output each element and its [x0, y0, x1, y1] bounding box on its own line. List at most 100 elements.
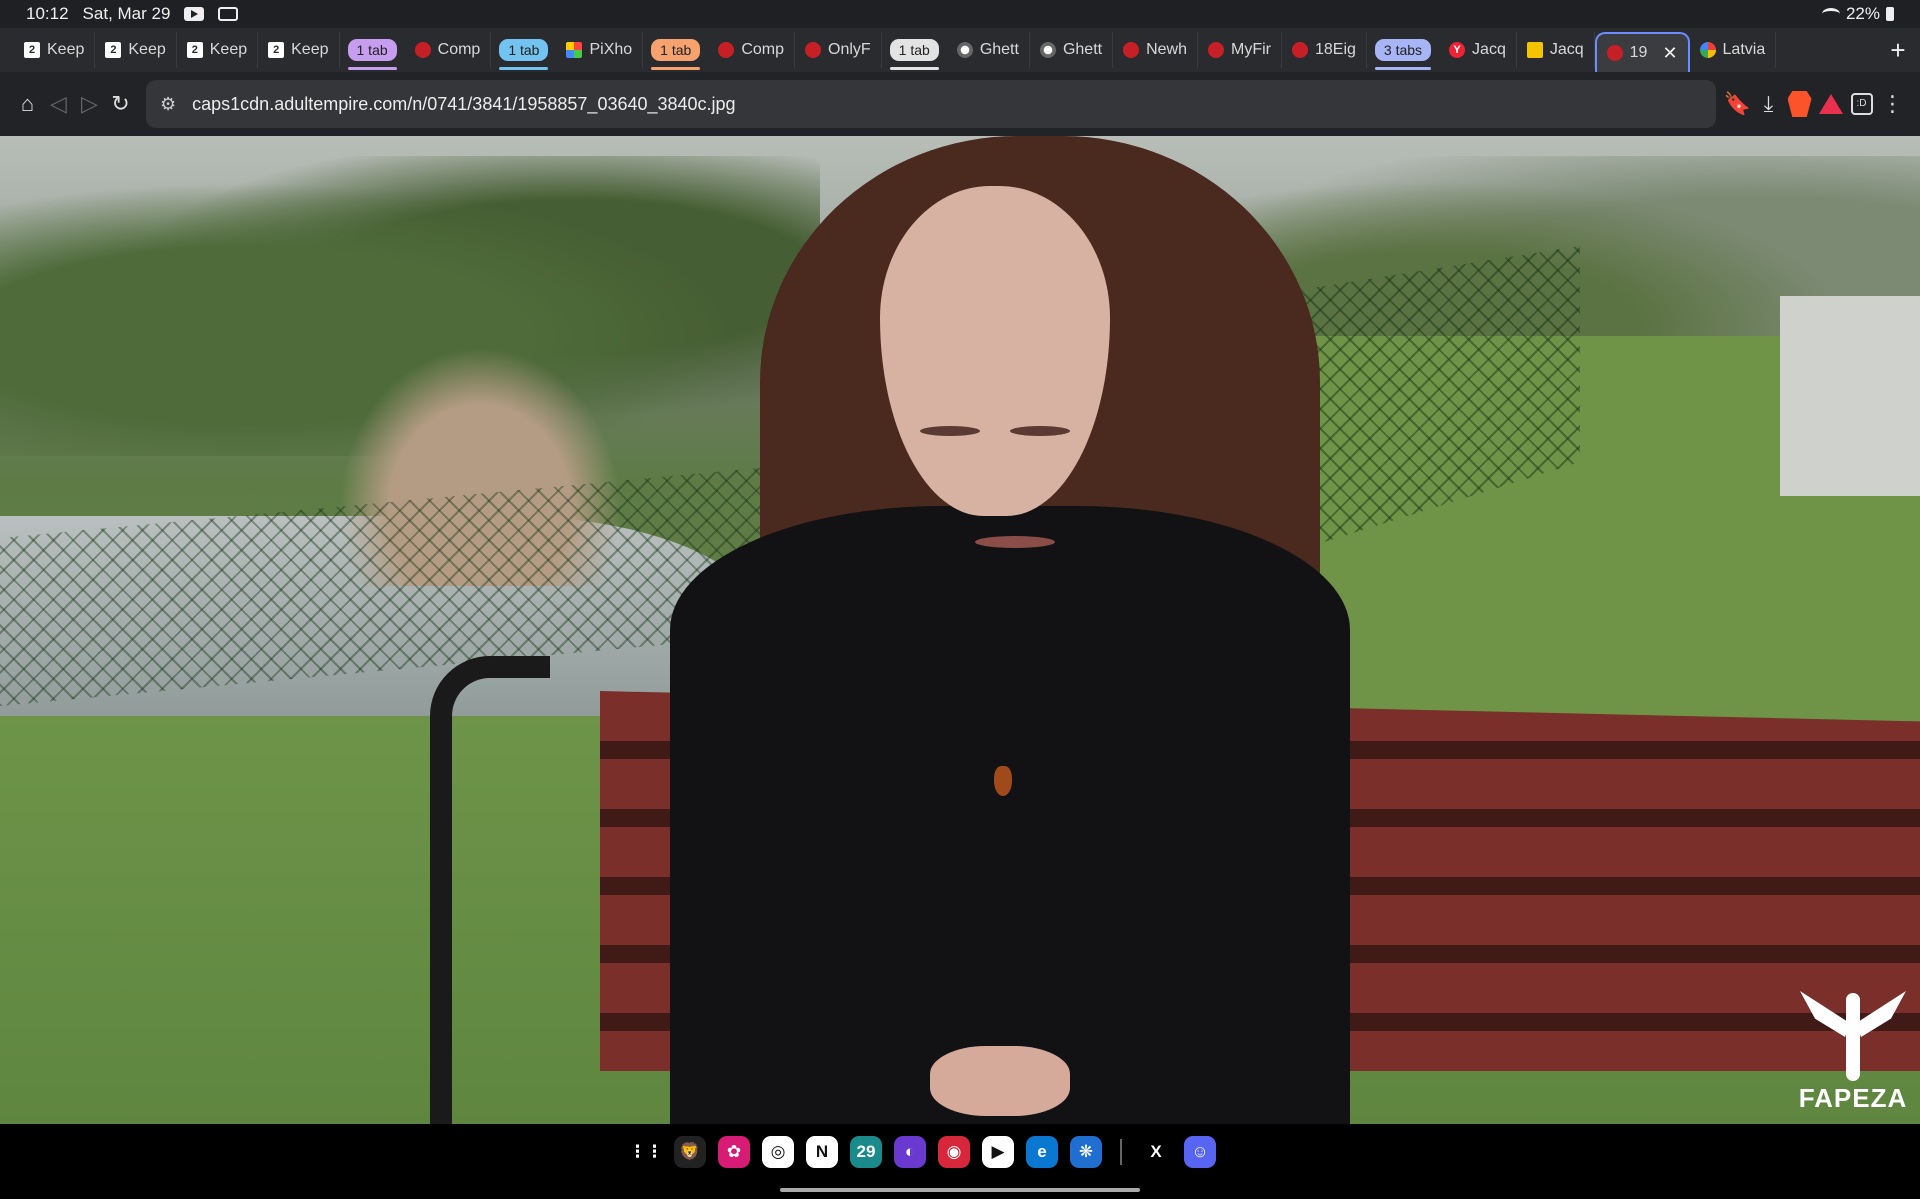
tab-group-chip[interactable]: 1 tab	[651, 39, 701, 70]
tab-group-chip[interactable]: 1 tab	[347, 39, 397, 70]
chatgpt-icon[interactable]: ◎	[762, 1136, 794, 1168]
address-bar[interactable]: ⚙ caps1cdn.adultempire.com/n/0741/3841/1…	[146, 80, 1716, 128]
forward-button[interactable]: ▷	[74, 82, 105, 126]
tab[interactable]: Ghett	[1030, 32, 1114, 68]
tab-title: 18Eig	[1314, 41, 1356, 58]
menu-button[interactable]: ⋮	[1877, 82, 1908, 126]
y-icon: Y	[1449, 42, 1466, 58]
date: Sat, Mar 29	[82, 4, 171, 23]
tab-title: Latvia	[1722, 41, 1766, 58]
brave-browser-icon[interactable]: 🦁	[674, 1136, 706, 1168]
watermark: FAPEZA	[1798, 983, 1908, 1114]
red-record-icon	[1208, 42, 1224, 58]
bookmark-icon: 🔖	[1723, 91, 1752, 116]
image-viewport: FAPEZA	[0, 136, 1920, 1124]
new-tab-button[interactable]: +	[1876, 35, 1920, 66]
tab-active[interactable]: 19 ✕	[1594, 32, 1690, 72]
wifi-icon	[1821, 8, 1840, 20]
desktop-site-icon: :D	[1850, 93, 1873, 115]
dock-divider	[1120, 1139, 1122, 1165]
tab-title: PiXho	[589, 41, 633, 58]
camera-app-icon[interactable]: ◉	[938, 1136, 970, 1168]
site-settings-icon[interactable]: ⚙	[160, 94, 176, 115]
tab[interactable]: Comp	[405, 32, 492, 68]
tab[interactable]: 2 Keep	[177, 32, 259, 68]
tab-group-chip[interactable]: 1 tab	[499, 39, 549, 70]
notion-icon[interactable]: N	[806, 1136, 838, 1168]
tab[interactable]: Ghett	[947, 32, 1030, 68]
tab-title: Ghett	[979, 41, 1019, 58]
discord-icon[interactable]: ☺	[1184, 1136, 1216, 1168]
keep-icon: 2	[105, 42, 122, 58]
gesture-home-indicator[interactable]	[780, 1188, 1140, 1192]
desktop-mode-button[interactable]: :D	[1846, 82, 1877, 126]
angel-logo-icon	[1798, 983, 1908, 1083]
url-text[interactable]: caps1cdn.adultempire.com/n/0741/3841/195…	[192, 94, 1702, 115]
tab-title: Keep	[47, 41, 85, 58]
taskbar: ⋮⋮ 🦁 ✿ ◎ N 29 ◐ ◉ ▶ e ❋ X ☺	[0, 1124, 1920, 1199]
edge-icon[interactable]: e	[1026, 1136, 1058, 1168]
battery-percent: 22%	[1845, 4, 1880, 23]
youtube-notification-icon	[184, 7, 205, 21]
play-store-icon[interactable]: ▶	[982, 1136, 1014, 1168]
tab[interactable]: 2 Keep	[95, 32, 177, 68]
clock: 10:12	[26, 4, 69, 23]
tab[interactable]: 2 Keep	[14, 32, 96, 68]
home-icon: ⌂	[20, 91, 35, 116]
tab-title: Keep	[291, 41, 329, 58]
more-vert-icon: ⋮	[1881, 91, 1904, 116]
brave-shields-button[interactable]	[1784, 82, 1815, 126]
tab[interactable]: Y Jacq	[1439, 32, 1517, 68]
red-record-icon	[805, 42, 821, 58]
tab-strip: 2 Keep 2 Keep 2 Keep 2 Keep 1 tab Comp 1 tab PiXho 1…	[0, 28, 1920, 72]
tab-title: Comp	[437, 41, 481, 58]
red-record-icon	[718, 42, 735, 58]
x-twitter-icon[interactable]: X	[1140, 1136, 1172, 1168]
tab-title: Ghett	[1062, 41, 1103, 58]
tab[interactable]: MyFir	[1198, 32, 1282, 68]
photo-person-mouth	[975, 536, 1055, 548]
watermark-text: FAPEZA	[1798, 1083, 1908, 1113]
app-dock: ⋮⋮ 🦁 ✿ ◎ N 29 ◐ ◉ ▶ e ❋ X ☺	[629, 1136, 1216, 1168]
photo-pendant	[994, 766, 1012, 796]
google-icon	[1699, 42, 1716, 58]
tab[interactable]: PiXho	[556, 32, 644, 68]
download-button[interactable]: ⤓	[1753, 82, 1784, 126]
brave-rewards-button[interactable]	[1815, 82, 1846, 126]
ghetto-icon	[1039, 42, 1056, 58]
tab-group-chip[interactable]: 1 tab	[889, 39, 939, 70]
settings-flower-icon[interactable]: ❋	[1070, 1136, 1102, 1168]
firefox-icon[interactable]: ◐	[894, 1136, 926, 1168]
red-record-icon	[1123, 42, 1140, 58]
close-tab-icon[interactable]: ✕	[1662, 43, 1677, 64]
red-record-icon	[414, 42, 431, 58]
tab[interactable]: OnlyF	[795, 32, 882, 68]
tab[interactable]: 2 Keep	[258, 32, 340, 68]
back-button[interactable]: ◁	[43, 82, 74, 126]
tab-title: 19	[1629, 44, 1648, 61]
tab[interactable]: Newh	[1113, 32, 1198, 68]
tab[interactable]: Latvia	[1690, 32, 1777, 68]
home-button[interactable]: ⌂	[12, 82, 43, 126]
tab-title: Keep	[128, 41, 166, 58]
back-arrow-icon: ◁	[50, 91, 67, 116]
brave-shields-icon	[1787, 91, 1812, 117]
jacquie-icon	[1526, 42, 1543, 58]
tab[interactable]: Comp	[708, 32, 795, 68]
app-drawer-icon[interactable]: ⋮⋮	[629, 1136, 663, 1168]
download-icon: ⤓	[1763, 91, 1774, 116]
battery-icon	[1886, 7, 1894, 21]
bookmark-button[interactable]: 🔖	[1722, 82, 1753, 126]
photo-person-coat	[670, 506, 1350, 1124]
tab-group-chip[interactable]: 3 tabs	[1374, 39, 1432, 70]
tab-title: MyFir	[1231, 41, 1271, 58]
calendar-icon[interactable]: 29	[850, 1136, 882, 1168]
blossom-app-icon[interactable]: ✿	[718, 1136, 750, 1168]
tab[interactable]: 18Eig	[1282, 32, 1367, 68]
reload-button[interactable]: ↻	[105, 82, 136, 126]
tab[interactable]: Jacq	[1517, 32, 1595, 68]
reload-icon: ↻	[111, 91, 130, 116]
system-status-bar: 10:12 Sat, Mar 29 22%	[0, 0, 1920, 28]
brave-rewards-icon	[1818, 94, 1843, 114]
photo-bench-arm	[430, 656, 550, 1124]
